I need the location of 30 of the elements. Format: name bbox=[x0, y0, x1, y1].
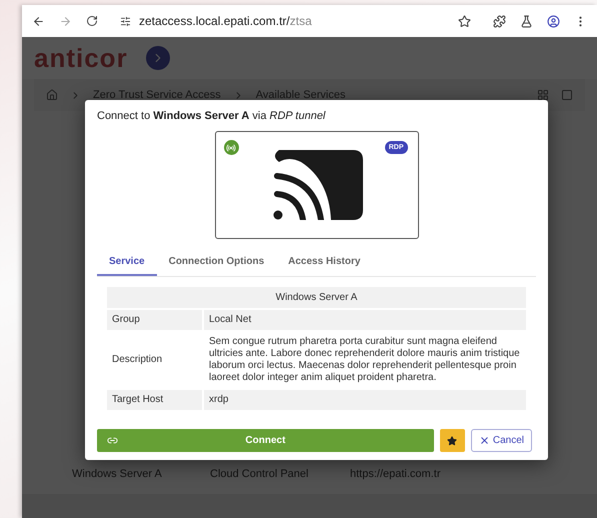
url-text: zetaccess.local.epati.com.tr/ztsa bbox=[139, 14, 312, 28]
dialog-title: Connect to Windows Server A via RDP tunnel bbox=[97, 110, 326, 122]
cancel-button[interactable]: Cancel bbox=[470, 429, 532, 452]
star-icon[interactable] bbox=[458, 14, 471, 28]
service-title: Windows Server A bbox=[72, 468, 163, 480]
dialog-tab[interactable]: Access History bbox=[276, 249, 372, 276]
site-settings-icon[interactable] bbox=[120, 16, 131, 26]
cast-icon bbox=[270, 150, 362, 220]
flask-icon[interactable] bbox=[520, 14, 533, 28]
service-title: https://epati.com.tr bbox=[350, 468, 442, 480]
antenna-icon bbox=[224, 140, 238, 155]
table-cell: Target Host bbox=[107, 390, 202, 410]
table-cell: Group bbox=[107, 310, 202, 330]
reload-icon[interactable] bbox=[86, 15, 98, 27]
table-cell: xrdp bbox=[204, 390, 526, 410]
table-heading: Windows Server A bbox=[107, 287, 526, 308]
address-bar[interactable]: zetaccess.local.epati.com.tr/ztsa bbox=[112, 9, 479, 33]
dialog-tab[interactable]: Service bbox=[97, 249, 157, 276]
back-icon[interactable] bbox=[32, 14, 45, 28]
service-title: Cloud Control Panel bbox=[210, 468, 310, 480]
connect-button[interactable]: Connect bbox=[97, 429, 434, 452]
favorite-button[interactable] bbox=[440, 429, 465, 452]
extensions-icon[interactable] bbox=[493, 14, 506, 28]
link-icon bbox=[107, 435, 118, 446]
dialog-tab[interactable]: Connection Options bbox=[156, 249, 276, 276]
star-icon bbox=[447, 436, 458, 446]
profile-icon[interactable] bbox=[547, 14, 560, 28]
table-cell: Local Net bbox=[204, 310, 526, 330]
logo: anticor bbox=[34, 42, 128, 74]
close-icon bbox=[478, 435, 490, 446]
